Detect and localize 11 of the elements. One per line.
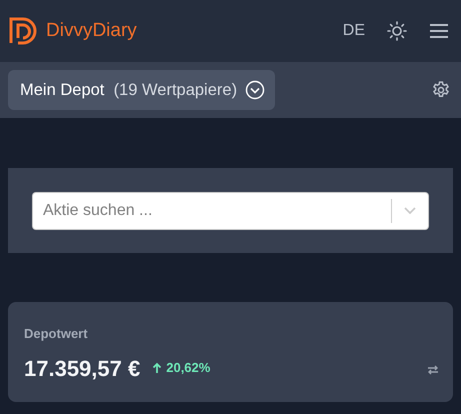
- card-label: Depotwert: [24, 325, 89, 343]
- settings-icon[interactable]: [431, 80, 451, 100]
- chevron-down-icon: [245, 80, 266, 100]
- portfolio-value: 17.359,57 €: [24, 354, 140, 382]
- logo-text[interactable]: DivvyDiary: [46, 16, 137, 46]
- language-button[interactable]: DE: [342, 19, 365, 43]
- depot-selector[interactable]: Mein Depot (19 Wertpapiere): [8, 70, 276, 110]
- swap-icon[interactable]: [427, 364, 439, 376]
- menu-icon[interactable]: [429, 23, 449, 39]
- sun-icon[interactable]: [387, 21, 407, 41]
- change-percent: 20,62%: [166, 359, 210, 378]
